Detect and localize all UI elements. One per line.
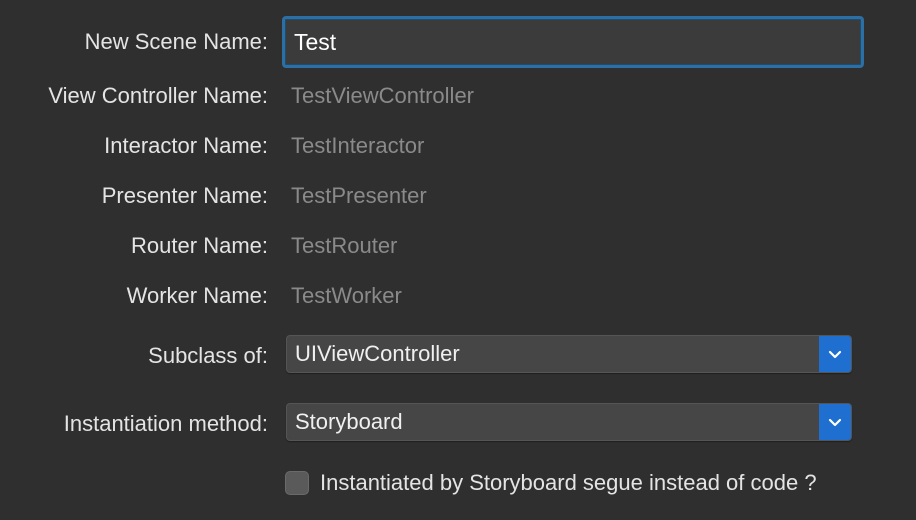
scene-name-input[interactable] [294, 28, 861, 56]
subclass-popup-button[interactable]: UIViewController [286, 335, 852, 373]
view-controller-name-label: View Controller Name: [48, 83, 268, 108]
new-scene-dialog: New Scene Name: View Controller Name: Te… [0, 0, 916, 520]
chevron-down-icon[interactable] [819, 336, 851, 372]
segue-checkbox-row[interactable]: Instantiated by Storyboard segue instead… [285, 470, 817, 496]
interactor-name-value: TestInteractor [291, 133, 425, 158]
presenter-name-value: TestPresenter [291, 183, 427, 208]
subclass-selected-value: UIViewController [295, 341, 460, 366]
segue-checkbox-label[interactable]: Instantiated by Storyboard segue instead… [320, 470, 817, 496]
scene-name-field[interactable] [282, 16, 864, 68]
router-name-value: TestRouter [291, 233, 398, 258]
presenter-name-label: Presenter Name: [101, 183, 268, 208]
subclass-label: Subclass of: [148, 343, 268, 368]
instantiation-method-label: Instantiation method: [63, 411, 268, 436]
instantiation-method-popup-button[interactable]: Storyboard [286, 403, 852, 441]
scene-name-label: New Scene Name: [84, 29, 268, 54]
worker-name-label: Worker Name: [126, 283, 268, 308]
view-controller-name-value: TestViewController [291, 83, 475, 108]
chevron-down-icon[interactable] [819, 404, 851, 440]
router-name-label: Router Name: [131, 233, 268, 258]
instantiation-method-selected-value: Storyboard [295, 409, 403, 434]
segue-checkbox[interactable] [285, 471, 309, 495]
interactor-name-label: Interactor Name: [104, 133, 268, 158]
worker-name-value: TestWorker [291, 283, 402, 308]
